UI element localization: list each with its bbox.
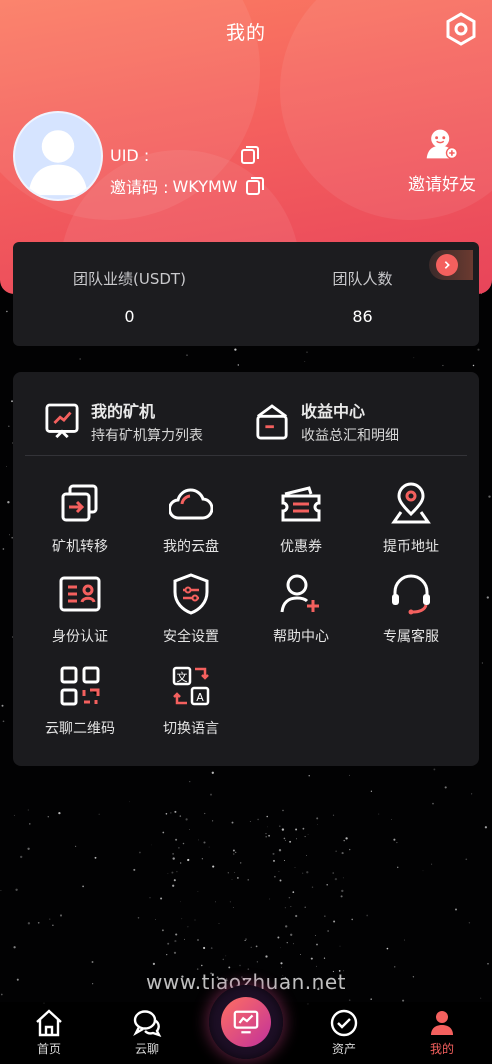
tab-label: 我的 bbox=[429, 1042, 454, 1056]
grid-item-security-settings[interactable]: 安全设置 bbox=[133, 572, 249, 646]
feature-subtitle: 持有矿机算力列表 bbox=[91, 428, 203, 444]
svg-text:A: A bbox=[196, 691, 204, 704]
avatar-silhouette-icon bbox=[28, 130, 88, 196]
tab-chat[interactable]: 云聊 bbox=[112, 1008, 182, 1057]
grid-item-label: 提币地址 bbox=[383, 539, 439, 555]
grid-item-help-center[interactable]: 帮助中心 bbox=[243, 572, 359, 646]
grid-item-label: 我的云盘 bbox=[163, 539, 219, 555]
grid-item-label: 安全设置 bbox=[163, 629, 219, 645]
miner-chart-icon bbox=[45, 403, 79, 438]
grid-item-label: 云聊二维码 bbox=[45, 721, 115, 737]
tab-label: 资产 bbox=[331, 1042, 356, 1056]
team-members-value: 86 bbox=[352, 307, 373, 326]
team-detail-button[interactable] bbox=[429, 250, 473, 280]
shield-icon bbox=[173, 573, 209, 615]
grid-item-label: 矿机转移 bbox=[52, 539, 108, 555]
translate-icon: 文 A bbox=[172, 666, 210, 706]
uid-row: UID : bbox=[110, 144, 261, 166]
add-user-icon bbox=[280, 574, 319, 613]
page-title: 我的 bbox=[225, 22, 266, 44]
team-performance-label: 团队业绩(USDT) bbox=[73, 270, 186, 288]
grid-item-label: 切换语言 bbox=[163, 721, 219, 737]
feature-earnings-center[interactable]: 收益中心 收益总汇和明细 bbox=[255, 398, 399, 445]
menu-card: 我的矿机 持有矿机算力列表 收益中心 收益总汇和明细 矿机转移 我的云盘 优惠券… bbox=[13, 372, 479, 766]
grid-item-chat-qr-code[interactable]: 云聊二维码 bbox=[22, 664, 138, 738]
headset-icon bbox=[392, 574, 430, 615]
avatar[interactable] bbox=[13, 111, 103, 201]
team-stats-card: 团队业绩(USDT) 0 团队人数 86 bbox=[13, 242, 479, 346]
feature-subtitle: 收益总汇和明细 bbox=[301, 428, 399, 444]
user-icon bbox=[431, 1011, 453, 1035]
id-card-icon bbox=[59, 576, 101, 612]
team-performance: 团队业绩(USDT) 0 bbox=[13, 268, 246, 326]
grid-item-withdraw-address[interactable]: 提币地址 bbox=[353, 482, 469, 556]
invite-friends-button[interactable]: 邀请好友 bbox=[404, 126, 480, 195]
coupon-icon bbox=[281, 486, 321, 522]
tab-label: 云聊 bbox=[134, 1042, 159, 1056]
copy-icon[interactable] bbox=[244, 175, 266, 197]
settings-hex-icon[interactable] bbox=[444, 12, 478, 46]
invite-user-icon bbox=[426, 129, 458, 160]
uid-label: UID : bbox=[110, 145, 150, 165]
grid-item-label: 优惠券 bbox=[280, 539, 322, 555]
copy-icon[interactable] bbox=[239, 144, 261, 166]
monitor-chart-icon bbox=[233, 1010, 259, 1034]
feature-title: 收益中心 bbox=[301, 402, 366, 421]
team-performance-value: 0 bbox=[124, 307, 135, 326]
transfer-icon bbox=[61, 484, 98, 522]
wallet-bag-icon bbox=[256, 403, 288, 439]
tab-home[interactable]: 首页 bbox=[14, 1008, 84, 1057]
grid-item-identity-verification[interactable]: 身份认证 bbox=[22, 572, 138, 646]
grid-item-label: 身份认证 bbox=[52, 629, 108, 645]
feature-title: 我的矿机 bbox=[91, 402, 156, 421]
svg-text:文: 文 bbox=[177, 670, 188, 684]
grid-item-miner-transfer[interactable]: 矿机转移 bbox=[22, 482, 138, 556]
grid-item-label: 专属客服 bbox=[383, 629, 439, 645]
divider bbox=[25, 455, 467, 456]
qr-code-icon bbox=[60, 666, 100, 706]
profile-page: 我的 UID : 邀请码 : WKYMW 邀请好友 团队业绩(USDT) 0 团… bbox=[0, 0, 492, 1064]
center-button-inner bbox=[221, 997, 271, 1047]
center-mining-button[interactable] bbox=[209, 985, 283, 1059]
invite-code-row: 邀请码 : WKYMW bbox=[110, 174, 266, 198]
feature-my-miners[interactable]: 我的矿机 持有矿机算力列表 bbox=[45, 398, 203, 445]
home-icon bbox=[36, 1009, 62, 1037]
tab-label: 首页 bbox=[36, 1042, 61, 1056]
tab-mine[interactable]: 我的 bbox=[407, 1008, 477, 1057]
tab-assets[interactable]: 资产 bbox=[309, 1008, 379, 1057]
cloud-icon bbox=[169, 488, 213, 520]
invite-code-value: WKYMW bbox=[172, 176, 238, 196]
invite-code-label: 邀请码 : bbox=[110, 178, 169, 197]
chevron-right-icon bbox=[436, 254, 458, 276]
grid-item-cloud-drive[interactable]: 我的云盘 bbox=[133, 482, 249, 556]
grid-item-coupons[interactable]: 优惠券 bbox=[243, 482, 359, 556]
location-pin-icon bbox=[391, 482, 431, 524]
grid-item-switch-language[interactable]: 文 A 切换语言 bbox=[133, 664, 249, 738]
check-circle-icon bbox=[330, 1009, 358, 1037]
chat-icon bbox=[133, 1010, 162, 1038]
grid-item-label: 帮助中心 bbox=[273, 629, 329, 645]
grid-item-customer-service[interactable]: 专属客服 bbox=[353, 572, 469, 646]
invite-friends-label: 邀请好友 bbox=[408, 175, 476, 195]
